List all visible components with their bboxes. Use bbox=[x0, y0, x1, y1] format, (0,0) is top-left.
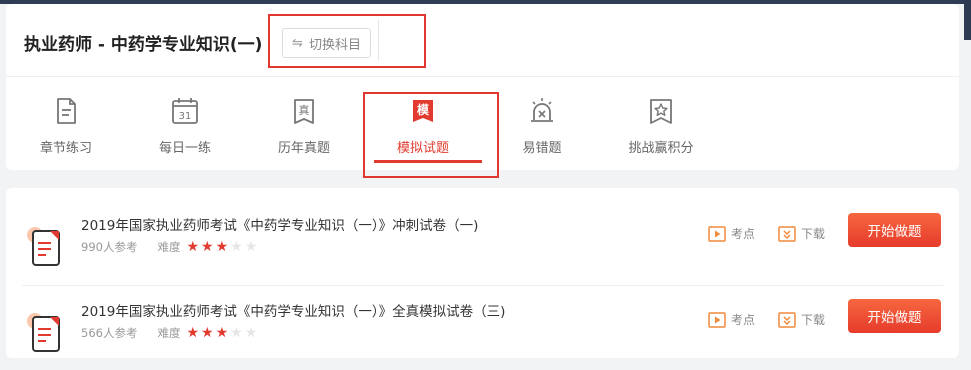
tab-label: 历年真题 bbox=[277, 141, 330, 156]
tab-daily-practice[interactable]: 31 每日一练 bbox=[130, 96, 240, 156]
star-icon: ★ bbox=[201, 325, 214, 341]
tab-label: 挑战赢积分 bbox=[628, 141, 694, 156]
download-label: 下载 bbox=[801, 313, 826, 327]
doc-icon bbox=[57, 98, 76, 124]
star-icon: ★ bbox=[244, 325, 258, 341]
star-icon: ★ bbox=[215, 325, 229, 341]
warning-light-icon bbox=[531, 98, 553, 122]
star-icon: ★ bbox=[186, 325, 200, 341]
tab-error-prone[interactable]: 易错题 bbox=[487, 96, 597, 156]
scrollbar-edge bbox=[964, 0, 971, 40]
paper-title[interactable]: 2019年国家执业药师考试《中药学专业知识（一）》冲刺试卷（一) bbox=[81, 214, 478, 234]
play-icon bbox=[708, 311, 726, 328]
play-icon bbox=[708, 225, 726, 242]
paper-meta: 990人参考 难度 ★ ★ ★ ★ ★ bbox=[81, 239, 257, 255]
difficulty-label: 难度 bbox=[157, 326, 181, 340]
row-divider bbox=[22, 285, 943, 286]
download-icon bbox=[778, 311, 796, 328]
highlight-box-switch bbox=[268, 14, 426, 68]
start-exam-button[interactable]: 开始做题 bbox=[848, 213, 941, 247]
kaodian-label: 考点 bbox=[731, 313, 756, 327]
star-icon: ★ bbox=[230, 239, 243, 255]
tab-label: 每日一练 bbox=[158, 141, 211, 156]
title-row: 执业药师 - 中药学专业知识(一) ⇋ 切换科目 bbox=[6, 4, 959, 77]
participants-count: 566人参考 bbox=[81, 326, 138, 340]
highlight-box-mock-tab bbox=[363, 92, 499, 178]
star-icon: ★ bbox=[244, 239, 258, 255]
star-flag-icon bbox=[650, 99, 672, 124]
difficulty-stars: ★ ★ ★ ★ ★ bbox=[186, 240, 257, 254]
svg-text:真: 真 bbox=[299, 103, 310, 117]
list-item: 2019年国家执业药师考试《中药学专业知识（一）》冲刺试卷（一) 990人参考 … bbox=[6, 202, 959, 284]
download-button[interactable]: 下载 bbox=[778, 225, 825, 242]
exam-paper-icon bbox=[27, 227, 60, 266]
page-title: 执业药师 - 中药学专业知识(一) bbox=[24, 35, 263, 55]
difficulty-label: 难度 bbox=[157, 240, 181, 254]
paper-list: 2019年国家执业药师考试《中药学专业知识（一）》冲刺试卷（一) 990人参考 … bbox=[6, 188, 959, 358]
svg-text:31: 31 bbox=[179, 111, 192, 122]
paper-meta: 566人参考 难度 ★ ★ ★ ★ ★ bbox=[81, 325, 257, 341]
tab-past-exams[interactable]: 真 历年真题 bbox=[249, 96, 359, 156]
star-icon: ★ bbox=[230, 325, 243, 341]
download-label: 下载 bbox=[801, 227, 826, 241]
kaodian-button[interactable]: 考点 bbox=[708, 311, 755, 328]
tab-label: 章节练习 bbox=[39, 141, 92, 156]
download-icon bbox=[778, 225, 796, 242]
tab-challenge-points[interactable]: 挑战赢积分 bbox=[606, 96, 716, 156]
zhen-badge-icon: 真 bbox=[294, 99, 314, 124]
list-item: 2019年国家执业药师考试《中药学专业知识（一）》全真模拟试卷（三) 566人参… bbox=[6, 288, 959, 370]
tab-chapter-practice[interactable]: 章节练习 bbox=[11, 96, 121, 156]
participants-count: 990人参考 bbox=[81, 240, 138, 254]
calendar-icon: 31 bbox=[172, 98, 198, 124]
difficulty-stars: ★ ★ ★ ★ ★ bbox=[186, 326, 257, 340]
kaodian-button[interactable]: 考点 bbox=[708, 225, 755, 242]
exam-paper-icon bbox=[27, 313, 60, 352]
star-icon: ★ bbox=[201, 239, 214, 255]
star-icon: ★ bbox=[186, 239, 200, 255]
tab-label: 易错题 bbox=[522, 141, 562, 156]
kaodian-label: 考点 bbox=[731, 227, 756, 241]
paper-title[interactable]: 2019年国家执业药师考试《中药学专业知识（一）》全真模拟试卷（三) bbox=[81, 300, 505, 320]
star-icon: ★ bbox=[215, 239, 229, 255]
start-exam-button[interactable]: 开始做题 bbox=[848, 299, 941, 333]
download-button[interactable]: 下载 bbox=[778, 311, 825, 328]
